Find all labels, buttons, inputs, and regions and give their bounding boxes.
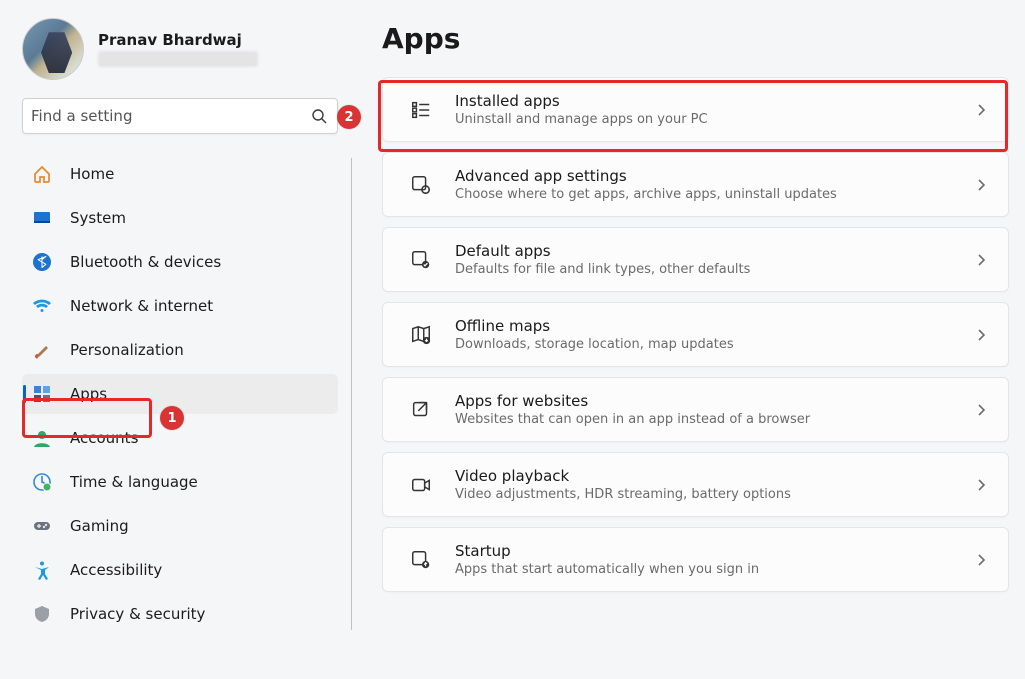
page-title: Apps: [382, 22, 1009, 55]
card-video-playback[interactable]: Video playback Video adjustments, HDR st…: [382, 452, 1009, 517]
chevron-right-icon: [974, 328, 988, 342]
search-icon[interactable]: [311, 108, 327, 124]
accounts-icon: [32, 428, 52, 448]
sidebar-item-accounts[interactable]: Accounts: [22, 418, 338, 458]
card-title: Offline maps: [455, 317, 952, 335]
apps-icon: [32, 384, 52, 404]
sidebar-item-label: Personalization: [70, 341, 184, 359]
card-text: Offline maps Downloads, storage location…: [455, 317, 952, 352]
sidebar-item-time-language[interactable]: Time & language: [22, 462, 338, 502]
home-icon: [32, 164, 52, 184]
sidebar-item-label: Accessibility: [70, 561, 162, 579]
sidebar-item-apps[interactable]: Apps: [22, 374, 338, 414]
startup-icon: [409, 548, 433, 572]
video-icon: [409, 473, 433, 497]
sidebar: Pranav Bhardwaj Home System Bluetoot: [0, 0, 350, 679]
settings-window: Pranav Bhardwaj Home System Bluetoot: [0, 0, 1025, 679]
card-sub: Downloads, storage location, map updates: [455, 337, 952, 352]
sidebar-scrollbar[interactable]: [351, 158, 352, 630]
card-sub: Websites that can open in an app instead…: [455, 412, 952, 427]
sidebar-item-network[interactable]: Network & internet: [22, 286, 338, 326]
sidebar-item-label: Gaming: [70, 517, 129, 535]
shield-icon: [32, 604, 52, 624]
card-advanced-app-settings[interactable]: Advanced app settings Choose where to ge…: [382, 152, 1009, 217]
card-title: Installed apps: [455, 92, 952, 110]
sidebar-item-label: Accounts: [70, 429, 138, 447]
card-sub: Choose where to get apps, archive apps, …: [455, 187, 952, 202]
accessibility-icon: [32, 560, 52, 580]
profile-text: Pranav Bhardwaj: [98, 31, 258, 67]
profile-email-redacted: [98, 51, 258, 67]
app-check-icon: [409, 248, 433, 272]
sidebar-item-accessibility[interactable]: Accessibility: [22, 550, 338, 590]
profile-name: Pranav Bhardwaj: [98, 31, 258, 49]
card-sub: Apps that start automatically when you s…: [455, 562, 952, 577]
card-title: Default apps: [455, 242, 952, 260]
card-text: Default apps Defaults for file and link …: [455, 242, 952, 277]
sidebar-item-gaming[interactable]: Gaming: [22, 506, 338, 546]
card-text: Startup Apps that start automatically wh…: [455, 542, 952, 577]
card-text: Installed apps Uninstall and manage apps…: [455, 92, 952, 127]
system-icon: [32, 208, 52, 228]
sidebar-item-label: Privacy & security: [70, 605, 205, 623]
open-link-icon: [409, 398, 433, 422]
card-sub: Video adjustments, HDR streaming, batter…: [455, 487, 952, 502]
card-sub: Defaults for file and link types, other …: [455, 262, 952, 277]
profile-block[interactable]: Pranav Bhardwaj: [22, 18, 350, 80]
sidebar-item-label: System: [70, 209, 126, 227]
clock-globe-icon: [32, 472, 52, 492]
sidebar-item-system[interactable]: System: [22, 198, 338, 238]
settings-cards: Installed apps Uninstall and manage apps…: [382, 77, 1009, 592]
card-startup[interactable]: Startup Apps that start automatically wh…: [382, 527, 1009, 592]
sidebar-item-label: Home: [70, 165, 114, 183]
card-apps-for-websites[interactable]: Apps for websites Websites that can open…: [382, 377, 1009, 442]
sidebar-item-personalization[interactable]: Personalization: [22, 330, 338, 370]
card-title: Video playback: [455, 467, 952, 485]
sidebar-item-bluetooth[interactable]: Bluetooth & devices: [22, 242, 338, 282]
card-installed-apps[interactable]: Installed apps Uninstall and manage apps…: [382, 77, 1009, 142]
search-input[interactable]: [31, 107, 311, 125]
avatar: [22, 18, 84, 80]
card-sub: Uninstall and manage apps on your PC: [455, 112, 952, 127]
list-icon: [409, 98, 433, 122]
chevron-right-icon: [974, 478, 988, 492]
chevron-right-icon: [974, 178, 988, 192]
chevron-right-icon: [974, 403, 988, 417]
card-text: Video playback Video adjustments, HDR st…: [455, 467, 952, 502]
card-text: Advanced app settings Choose where to ge…: [455, 167, 952, 202]
sidebar-item-privacy[interactable]: Privacy & security: [22, 594, 338, 634]
chevron-right-icon: [974, 253, 988, 267]
card-offline-maps[interactable]: Offline maps Downloads, storage location…: [382, 302, 1009, 367]
sidebar-item-home[interactable]: Home: [22, 154, 338, 194]
card-title: Apps for websites: [455, 392, 952, 410]
card-text: Apps for websites Websites that can open…: [455, 392, 952, 427]
brush-icon: [32, 340, 52, 360]
gamepad-icon: [32, 516, 52, 536]
card-title: Startup: [455, 542, 952, 560]
chevron-right-icon: [974, 103, 988, 117]
sidebar-item-label: Time & language: [70, 473, 198, 491]
bluetooth-icon: [32, 252, 52, 272]
sidebar-item-label: Bluetooth & devices: [70, 253, 221, 271]
card-title: Advanced app settings: [455, 167, 952, 185]
sidebar-item-label: Apps: [70, 385, 107, 403]
sidebar-nav: Home System Bluetooth & devices Network …: [22, 154, 350, 634]
main-panel: Apps Installed apps Uninstall and manage…: [350, 0, 1025, 679]
sidebar-item-label: Network & internet: [70, 297, 213, 315]
wifi-icon: [32, 296, 52, 316]
map-download-icon: [409, 323, 433, 347]
chevron-right-icon: [974, 553, 988, 567]
search-box[interactable]: [22, 98, 338, 134]
card-default-apps[interactable]: Default apps Defaults for file and link …: [382, 227, 1009, 292]
app-gear-icon: [409, 173, 433, 197]
